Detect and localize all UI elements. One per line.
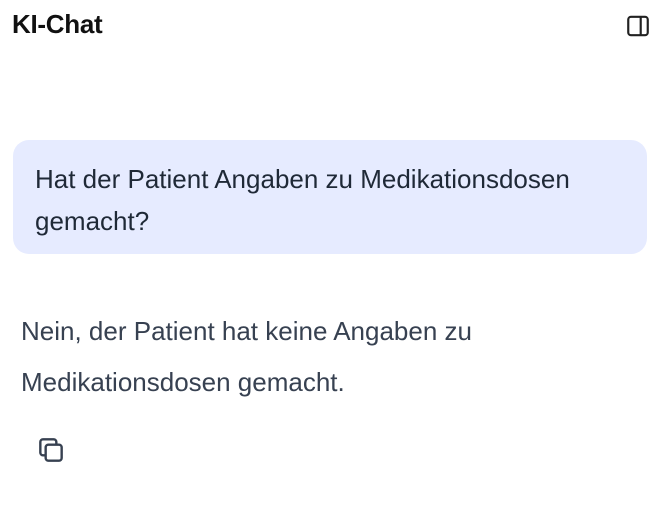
user-message-bubble: Hat der Patient Angaben zu Medikationsdo… (13, 140, 647, 254)
user-message-text: Hat der Patient Angaben zu Medikationsdo… (35, 164, 570, 236)
copy-button[interactable] (33, 432, 69, 468)
copy-icon (39, 438, 63, 462)
ai-chat-panel: KI-Chat Hat der Patient Angaben zu Medik… (0, 0, 670, 514)
page-title: KI-Chat (12, 9, 103, 39)
assistant-message: Nein, der Patient hat keine Angaben zu M… (21, 306, 641, 408)
assistant-message-text: Nein, der Patient hat keine Angaben zu M… (21, 316, 472, 397)
sidebar-toggle-button[interactable] (624, 12, 652, 40)
sidebar-panel-icon (627, 15, 649, 37)
chat-header: KI-Chat (0, 0, 670, 52)
